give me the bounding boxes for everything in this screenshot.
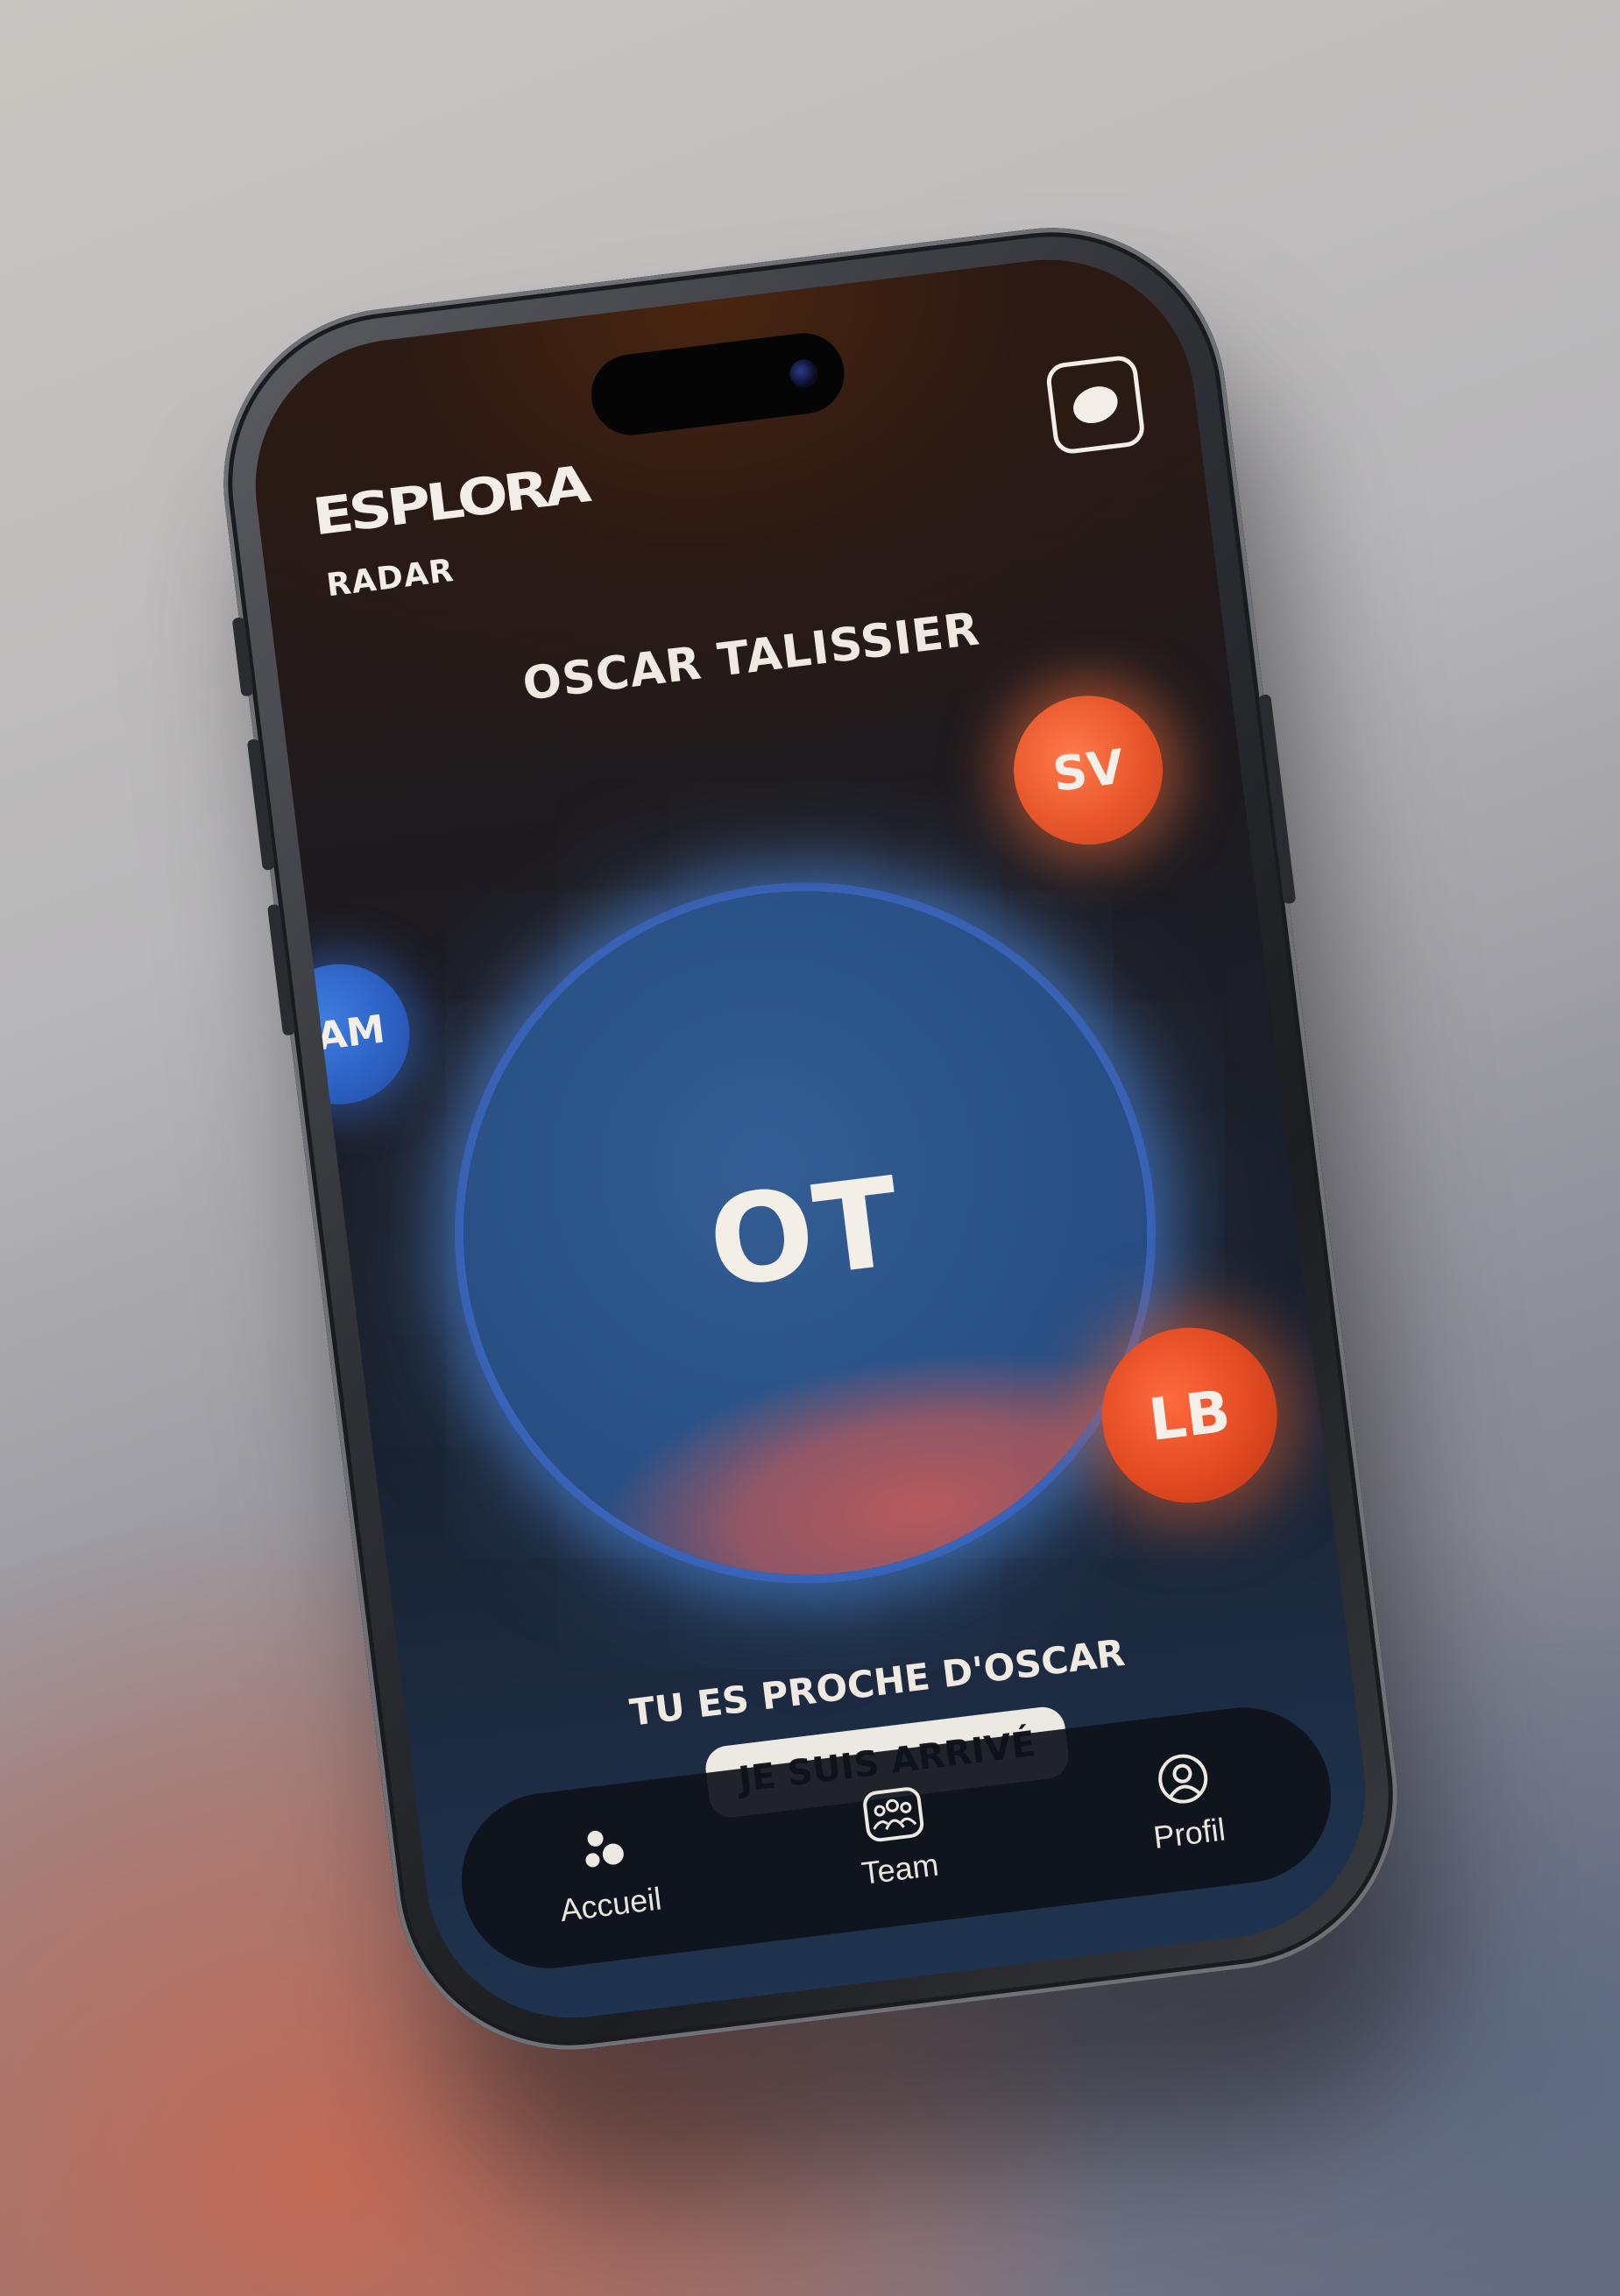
phone-device: ESPLORA RADAR OSCAR TALISSIER AM SV OT L… [203, 208, 1418, 2070]
app-logo: ESPLORA [309, 455, 591, 548]
dynamic-island [586, 329, 849, 440]
tab-accueil[interactable]: Accueil [506, 1812, 709, 1935]
user-icon [1157, 1754, 1207, 1804]
radar-center-user[interactable]: OT [424, 851, 1186, 1614]
front-camera [788, 357, 820, 390]
center-initials: OT [701, 1150, 909, 1316]
tab-label-team: Team [860, 1846, 941, 1891]
tab-team[interactable]: Team [795, 1777, 998, 1899]
group-icon [863, 1787, 924, 1842]
top-action-button[interactable] [1044, 354, 1147, 456]
blob-icon [1067, 379, 1123, 430]
tab-profil[interactable]: Profil [1084, 1741, 1287, 1863]
dots-cluster-icon [585, 1830, 625, 1868]
tab-label-profil: Profil [1151, 1811, 1227, 1856]
tab-label-accueil: Accueil [558, 1880, 664, 1929]
nearby-user-sv[interactable]: SV [1005, 687, 1171, 853]
section-title: RADAR [324, 552, 456, 604]
